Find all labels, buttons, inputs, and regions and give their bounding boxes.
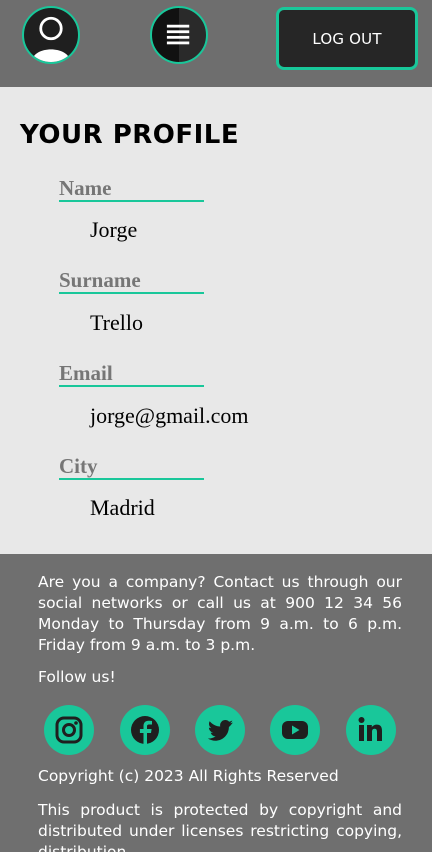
copyright-text: Copyright (c) 2023 All Rights Reserved: [38, 767, 339, 785]
name-value: Jorge: [90, 217, 138, 242]
profile-panel: YOUR PROFILE Name Jorge Surname Trello E…: [0, 87, 432, 554]
surname-value: Trello: [90, 310, 143, 335]
twitter-icon[interactable]: [195, 705, 245, 755]
name-label: Name: [59, 176, 204, 202]
footer: Are you a company? Contact us through ou…: [0, 554, 432, 852]
legal-text: This product is protected by copyright a…: [38, 801, 402, 852]
email-value: jorge@gmail.com: [90, 403, 249, 428]
page-title: YOUR PROFILE: [20, 120, 240, 150]
hamburger-menu-icon[interactable]: [150, 6, 208, 64]
facebook-icon[interactable]: [120, 705, 170, 755]
top-bar: LOG OUT: [0, 0, 432, 87]
logout-button[interactable]: LOG OUT: [276, 7, 418, 70]
instagram-icon[interactable]: [44, 705, 94, 755]
surname-label: Surname: [59, 268, 204, 294]
city-value: Madrid: [90, 495, 155, 520]
contact-text: Are you a company? Contact us through ou…: [38, 573, 402, 654]
city-label: City: [59, 454, 204, 480]
linkedin-icon[interactable]: [346, 705, 396, 755]
youtube-icon[interactable]: [270, 705, 320, 755]
user-avatar-icon[interactable]: [22, 6, 80, 64]
email-label: Email: [59, 361, 204, 387]
follow-text: Follow us!: [38, 668, 116, 686]
